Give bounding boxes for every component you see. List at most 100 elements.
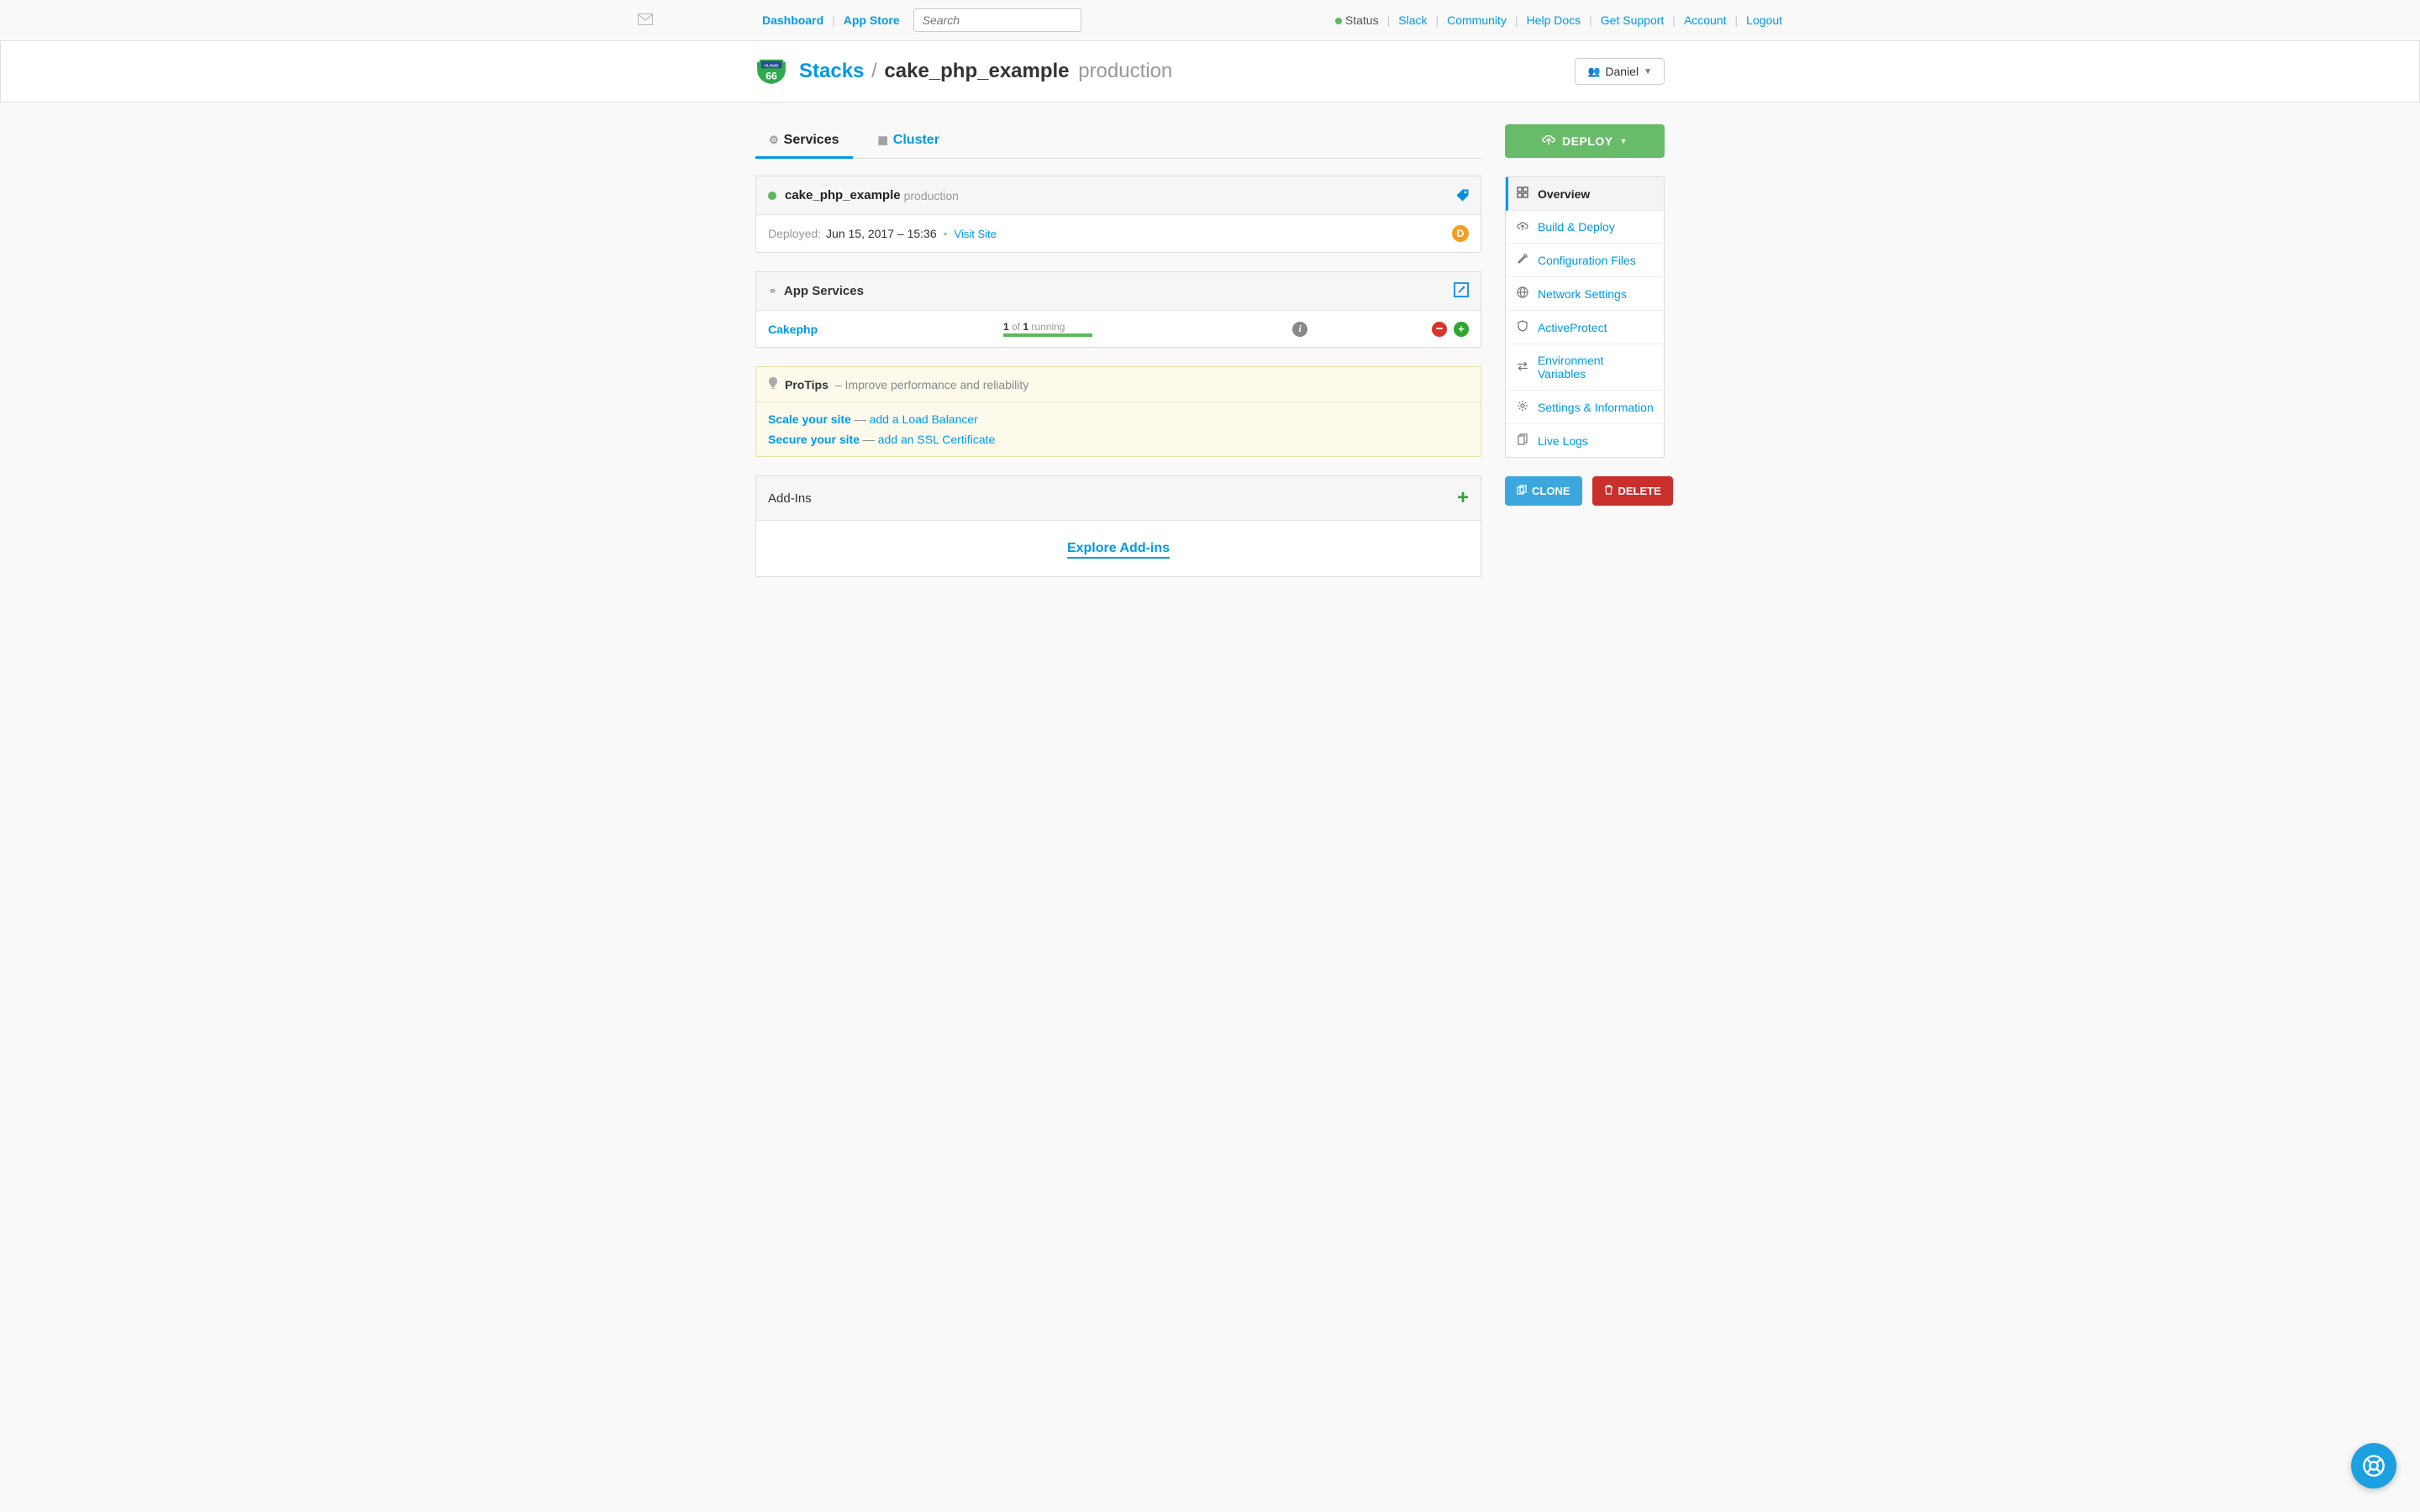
side-nav-configuration-files[interactable]: Configuration Files	[1506, 244, 1664, 277]
protip-rest: add a Load Balancer	[870, 412, 978, 426]
edit-icon[interactable]	[1454, 282, 1469, 300]
side-nav-label: Environment Variables	[1538, 354, 1654, 381]
tabs: ⚙ Services ▦ Cluster	[755, 124, 1481, 159]
status-dot-icon	[1335, 18, 1342, 24]
separator: |	[1672, 13, 1676, 27]
breadcrumb-stacks-link[interactable]: Stacks	[799, 60, 864, 82]
protip-scale[interactable]: Scale your site — add a Load Balancer	[768, 412, 1469, 426]
service-name-link[interactable]: Cakephp	[768, 323, 1003, 336]
protips-subtitle: – Improve performance and reliability	[835, 378, 1028, 391]
user-menu-dropdown[interactable]: 👥 Daniel ▼	[1575, 58, 1665, 85]
copy-icon	[1516, 433, 1529, 448]
status-indicator[interactable]: Status	[1335, 13, 1379, 27]
deploy-button[interactable]: DEPLOY ▼	[1505, 124, 1665, 158]
topbar-inner: Dashboard | App Store Status | Slack | C…	[626, 8, 1794, 32]
side-nav: Overview Build & Deploy Configuration File…	[1505, 176, 1665, 458]
app-services-header: ⚭ App Services	[756, 272, 1481, 311]
service-status: 1 of 1 running	[1003, 321, 1292, 337]
side-nav-settings-information[interactable]: Settings & Information	[1506, 391, 1664, 424]
service-row: Cakephp 1 of 1 running i −	[756, 311, 1481, 347]
stack-card-header: cake_php_example production	[756, 176, 1481, 215]
nav-help-docs[interactable]: Help Docs	[1527, 13, 1581, 27]
protips-header: ProTips – Improve performance and reliab…	[756, 367, 1481, 402]
breadcrumb: Stacks / cake_php_example production	[799, 60, 1172, 83]
shield-icon	[1516, 320, 1529, 334]
protips-title: ProTips	[785, 378, 829, 391]
separator: |	[1735, 13, 1739, 27]
service-progress-bar	[1003, 333, 1092, 337]
tab-services[interactable]: ⚙ Services	[767, 124, 841, 158]
info-icon[interactable]: i	[1292, 322, 1307, 337]
cloud66-logo-icon: CLOUD 66	[755, 58, 787, 85]
nav-app-store[interactable]: App Store	[844, 13, 900, 27]
nav-logout[interactable]: Logout	[1746, 13, 1782, 27]
mail-icon[interactable]	[638, 13, 653, 28]
separator: |	[1515, 13, 1518, 27]
side-nav-label: Overview	[1538, 187, 1590, 201]
copy-icon	[1517, 485, 1527, 497]
content: ⚙ Services ▦ Cluster cake_php_example pr…	[752, 124, 1668, 577]
chevron-down-icon: ▼	[1644, 67, 1652, 76]
side-nav-environment-variables[interactable]: Environment Variables	[1506, 344, 1664, 391]
running-count: 1	[1003, 321, 1009, 333]
topbar-right: Status | Slack | Community | Help Docs |…	[1335, 13, 1782, 27]
protip-rest: add an SSL Certificate	[878, 433, 996, 446]
addins-panel: Add-Ins + Explore Add-ins	[755, 475, 1481, 577]
nav-dashboard[interactable]: Dashboard	[762, 13, 823, 27]
separator: •	[944, 227, 948, 240]
separator: |	[1435, 13, 1439, 27]
protip-dash: —	[855, 412, 870, 426]
stack-card: cake_php_example production Deployed: Ju…	[755, 176, 1481, 253]
explore-addins-link[interactable]: Explore Add-ins	[1067, 541, 1170, 559]
side-nav-label: Settings & Information	[1538, 401, 1654, 414]
topbar: Dashboard | App Store Status | Slack | C…	[0, 0, 2420, 41]
separator: |	[1589, 13, 1592, 27]
grid-icon	[1516, 186, 1529, 201]
separator: |	[832, 13, 835, 27]
user-menu-name: Daniel	[1605, 65, 1639, 78]
nav-get-support[interactable]: Get Support	[1601, 13, 1665, 27]
delete-button[interactable]: DELETE	[1592, 476, 1673, 506]
trash-icon	[1604, 485, 1613, 497]
nav-status: Status	[1345, 13, 1379, 27]
service-scale-actions: − +	[1432, 322, 1469, 337]
total-count: 1	[1023, 321, 1028, 333]
clone-button[interactable]: CLONE	[1505, 476, 1582, 506]
tab-cluster[interactable]: ▦ Cluster	[876, 124, 941, 158]
nav-slack[interactable]: Slack	[1398, 13, 1427, 27]
stack-env: production	[904, 189, 959, 202]
side-nav-build-deploy[interactable]: Build & Deploy	[1506, 211, 1664, 244]
nav-community[interactable]: Community	[1447, 13, 1507, 27]
side-nav-live-logs[interactable]: Live Logs	[1506, 424, 1664, 457]
deployed-label: Deployed:	[768, 227, 821, 240]
of-word: of	[1012, 321, 1020, 333]
scale-up-button[interactable]: +	[1454, 322, 1469, 337]
deploy-badge[interactable]: D	[1452, 225, 1469, 242]
scale-down-button[interactable]: −	[1432, 322, 1447, 337]
nav-account[interactable]: Account	[1684, 13, 1727, 27]
side-nav-network-settings[interactable]: Network Settings	[1506, 277, 1664, 311]
protip-secure[interactable]: Secure your site — add an SSL Certificat…	[768, 433, 1469, 446]
tag-icon[interactable]	[1453, 188, 1470, 203]
lifebuoy-icon	[2362, 1454, 2386, 1478]
add-addin-button[interactable]: +	[1457, 486, 1469, 510]
side-nav-label: Configuration Files	[1538, 254, 1636, 267]
deployed-date: Jun 15, 2017 – 15:36	[826, 227, 937, 240]
help-fab-button[interactable]	[2351, 1443, 2396, 1488]
gear-icon	[1516, 400, 1529, 414]
health-dot-icon	[768, 192, 776, 200]
topbar-left: Dashboard | App Store	[762, 8, 1081, 32]
protips-panel: ProTips – Improve performance and reliab…	[755, 366, 1481, 457]
protip-bold: Secure your site	[768, 433, 860, 446]
addins-title: Add-Ins	[768, 491, 812, 506]
side-nav-overview[interactable]: Overview	[1506, 177, 1664, 211]
svg-text:66: 66	[765, 70, 777, 81]
tab-label: Cluster	[893, 133, 939, 148]
search-input[interactable]	[913, 8, 1081, 32]
cloud-icon	[1516, 221, 1529, 234]
side-nav-activeprotect[interactable]: ActiveProtect	[1506, 311, 1664, 344]
service-actions: i	[1292, 322, 1314, 337]
delete-label: DELETE	[1618, 485, 1661, 497]
side-nav-label: ActiveProtect	[1538, 321, 1607, 334]
visit-site-link[interactable]: Visit Site	[955, 228, 997, 240]
